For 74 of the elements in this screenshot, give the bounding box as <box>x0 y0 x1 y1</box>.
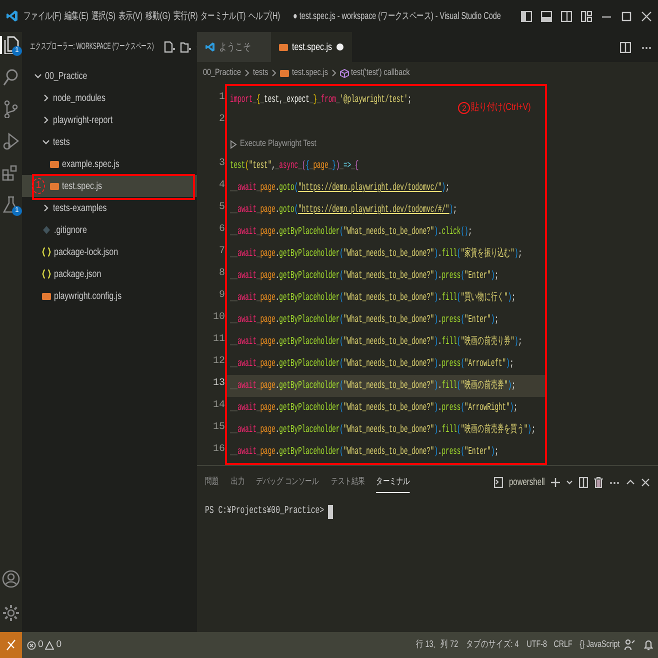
line-number: 8 <box>218 267 225 281</box>
line-number: 11 <box>212 333 225 347</box>
tree-item[interactable]: playwright-report <box>22 109 197 131</box>
code-line: __await_page.getByPlaceholder("What_needs_to_be_done?").fill("買い物に行く"); <box>230 290 516 306</box>
menu-item[interactable]: 移動(G) <box>144 8 172 24</box>
status-item[interactable]: タブのサイズ: 4 <box>462 638 523 652</box>
code-line: __await_page.goto("https://demo.playwright.dev/todomvc/#/"); <box>230 203 457 218</box>
code-line: test("test",_async_({_page_})_=>_{ <box>230 159 359 174</box>
code-line: __await_page.getByPlaceholder("What_needs_to_be_done?").press("Enter"); <box>230 269 499 284</box>
code-line: __await_page.getByPlaceholder("What_needs_to_be_done?").click(); <box>230 225 472 240</box>
line-number: 7 <box>218 245 225 259</box>
panel-tab[interactable]: ターミナル <box>376 470 410 494</box>
terminal-name[interactable]: powershell <box>509 474 546 490</box>
editor-tab[interactable]: test.spec.js <box>271 32 352 62</box>
menu-item[interactable]: ターミナル(T) <box>198 8 247 24</box>
line-number: 10 <box>212 311 225 325</box>
breadcrumb-item[interactable]: test.spec.js <box>280 66 328 80</box>
code-line: __await_page.getByPlaceholder("What_needs_to_be_done?").fill("映画の前売り券"); <box>230 334 522 350</box>
sidebar-title: エクスプローラー: WORKSPACE (ワークスペース) <box>30 40 154 54</box>
line-number: 14 <box>212 399 225 413</box>
panel-tab[interactable]: テスト結果 <box>330 471 364 493</box>
line-number: 2 <box>218 113 225 127</box>
line-number: 6 <box>218 223 225 237</box>
code-line: __await_page.getByPlaceholder("What_needs_to_be_done?").fill("映画の前売券を買う"); <box>230 422 536 438</box>
window-title: ● test.spec.js - workspace (ワークスペース) - Visual Studio Code <box>293 10 502 24</box>
tree-item[interactable]: node_modules <box>22 87 197 109</box>
panel-tab[interactable]: デバッグ コンソール <box>256 471 319 493</box>
status-item[interactable]: CRLF <box>550 638 576 652</box>
tree-item[interactable]: .gitignore <box>22 219 197 241</box>
tree-item[interactable]: example.spec.js <box>22 153 197 175</box>
breadcrumb-item[interactable]: test('test') callback <box>340 66 410 80</box>
line-number: 5 <box>218 201 225 215</box>
status-item[interactable]: {} JavaScript <box>576 638 624 652</box>
code-line: __await_page.getByPlaceholder("What_needs_to_be_done?").press("Enter"); <box>230 313 499 328</box>
breadcrumb-item[interactable]: 00_Practice <box>203 66 241 80</box>
problems-button[interactable]: 0 0 <box>22 638 67 652</box>
annotation-text: 貼り付け(Ctrl+V) <box>471 100 532 115</box>
line-number: 15 <box>212 421 225 435</box>
status-item[interactable]: UTF-8 <box>522 638 550 652</box>
line-number: 16 <box>212 443 225 457</box>
editor-tab[interactable]: ようこそ <box>197 32 271 62</box>
tree-item[interactable]: package-lock.json <box>22 241 197 263</box>
step-marker: 2 <box>458 102 470 114</box>
menu-item[interactable]: ファイル(F) <box>22 8 63 24</box>
terminal-prompt: PS C:¥Projects¥00_Practice> <box>205 504 324 519</box>
line-number: 1 <box>218 91 225 105</box>
code-line: __await_page.goto("https://demo.playwright.dev/todomvc/"); <box>230 181 450 196</box>
menu-item[interactable]: 表示(V) <box>116 8 144 24</box>
line-number: 9 <box>218 289 225 303</box>
codelens-link[interactable]: Execute Playwright Test <box>240 137 316 151</box>
line-number: 12 <box>212 355 225 369</box>
panel-tab[interactable]: 問題 <box>205 471 218 493</box>
code-line: __await_page.getByPlaceholder("What_needs_to_be_done?").press("Enter"); <box>230 445 499 460</box>
line-number: 4 <box>218 179 225 193</box>
code-line: __await_page.getByPlaceholder("What_needs_to_be_done?").press("ArrowRight"); <box>230 401 518 416</box>
tree-item[interactable]: playwright.config.js <box>22 285 197 307</box>
tree-item[interactable]: tests <box>22 131 197 153</box>
breadcrumb-item[interactable]: tests <box>252 66 268 80</box>
status-item[interactable]: 行 13、列 72 <box>412 638 462 652</box>
step-marker: 1 <box>32 178 45 194</box>
line-number: 3 <box>218 157 225 171</box>
line-number: 13 <box>212 377 225 391</box>
code-line: __await_page.getByPlaceholder("What_needs_to_be_done?").fill("家賃を振り込む"); <box>230 246 522 262</box>
menu-item[interactable]: 編集(E) <box>62 8 90 24</box>
menu-item[interactable]: ヘルプ(H) <box>246 8 282 24</box>
code-line: import_{_test,_expect_}_from_'@playwright/test'; <box>230 93 412 108</box>
tree-item[interactable]: tests-examples <box>22 197 197 219</box>
tree-item[interactable]: package.json <box>22 263 197 285</box>
tree-item[interactable]: 00_Practice <box>22 65 197 87</box>
menu-item[interactable]: 選択(S) <box>90 8 117 24</box>
code-line: __await_page.getByPlaceholder("What_needs_to_be_done?").fill("映画の前売券"); <box>230 378 516 394</box>
code-line: __await_page.getByPlaceholder("What_needs_to_be_done?").press("ArrowLeft"); <box>230 357 514 372</box>
panel-tab[interactable]: 出力 <box>230 471 244 493</box>
menu-item[interactable]: 実行(R) <box>172 8 199 24</box>
